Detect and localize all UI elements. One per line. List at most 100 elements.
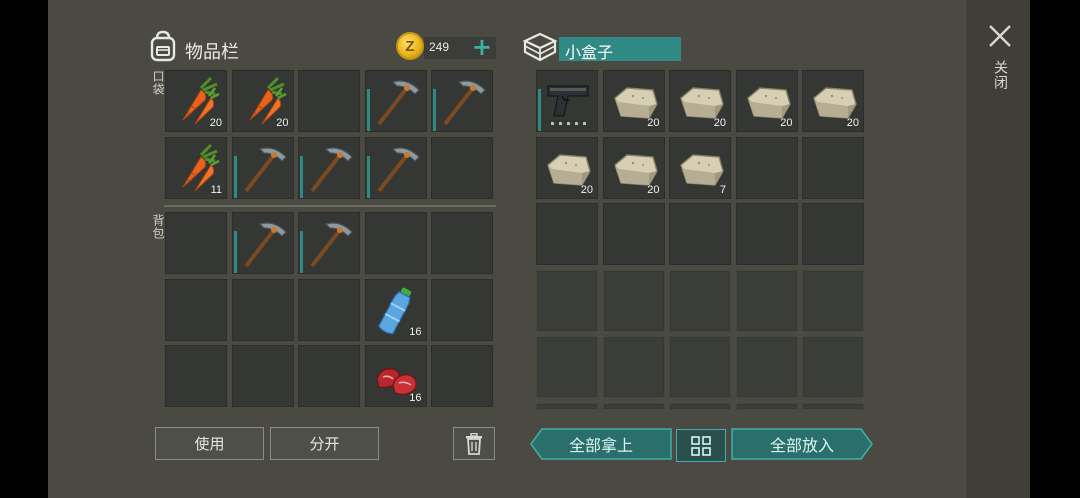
locked-container-slot: [602, 269, 665, 332]
ammo-dots: [551, 122, 591, 125]
inventory-title: 物品栏: [185, 42, 239, 63]
coin-amount: 249: [429, 40, 450, 54]
item-quantity: 7: [719, 183, 726, 196]
pocket-slot[interactable]: [431, 136, 493, 199]
container-title-bar: 小盒子: [559, 37, 681, 62]
backpack-slot[interactable]: [231, 212, 294, 274]
backpack-slot[interactable]: [231, 278, 294, 341]
locked-container-slot: [536, 402, 598, 410]
close-strip: 关闭: [966, 0, 1030, 498]
durability-bar: [538, 89, 541, 131]
put-all-button[interactable]: 全部放入: [731, 428, 873, 460]
backpack-slot[interactable]: [165, 278, 227, 341]
durability-bar: [366, 89, 370, 131]
close-icon: [989, 25, 1011, 47]
container-slot[interactable]: [669, 203, 731, 265]
locked-container-slot: [802, 269, 864, 332]
split-button[interactable]: 分开: [270, 427, 379, 460]
item-quantity: 11: [210, 183, 222, 196]
pocket-slot[interactable]: 20: [165, 70, 227, 132]
backpack-slot[interactable]: [298, 345, 360, 407]
pocket-slot[interactable]: 20: [231, 70, 294, 132]
pocket-slot[interactable]: [231, 136, 294, 199]
container-slot[interactable]: [802, 136, 864, 199]
locked-container-slot: [669, 402, 731, 410]
sort-grid-icon: [691, 435, 711, 456]
container-slot[interactable]: 20: [735, 70, 798, 132]
item-quantity: 20: [846, 117, 859, 129]
container-slot[interactable]: 20: [602, 70, 665, 132]
container-slot[interactable]: [536, 203, 598, 265]
container-slot[interactable]: 20: [669, 70, 731, 132]
take-all-button[interactable]: 全部拿上: [530, 428, 672, 460]
pocket-slot[interactable]: [364, 70, 427, 132]
put-all-label: 全部放入: [769, 436, 834, 455]
durability-bar: [300, 155, 303, 198]
backpack-slot[interactable]: [165, 345, 227, 407]
coin-symbol: Z: [405, 37, 415, 55]
backpack-slot[interactable]: [298, 278, 360, 341]
container-slot[interactable]: [536, 70, 598, 132]
pocket-slot[interactable]: [364, 136, 427, 199]
use-button[interactable]: 使用: [155, 427, 264, 460]
backpack-slot[interactable]: [231, 345, 294, 407]
backpack-slot[interactable]: [431, 345, 493, 407]
container-slot[interactable]: [735, 136, 798, 199]
container-slot[interactable]: 20: [536, 136, 598, 199]
close-button[interactable]: [988, 24, 1012, 48]
backpack-icon: [148, 30, 178, 62]
backpack-slot[interactable]: 16: [364, 345, 427, 407]
pocket-slot[interactable]: [298, 136, 360, 199]
add-coins-button[interactable]: +: [472, 34, 492, 60]
locked-container-slot: [536, 336, 598, 398]
item-quantity: 16: [409, 392, 422, 404]
backpack-slot[interactable]: [431, 278, 493, 341]
durability-bar: [366, 155, 370, 198]
locked-container-slot: [802, 336, 864, 398]
item-quantity: 20: [713, 117, 726, 129]
item-quantity: 20: [276, 117, 289, 129]
durability-bar: [233, 155, 237, 198]
pocket-slot[interactable]: [431, 70, 493, 132]
item-quantity: 16: [409, 325, 422, 338]
locked-container-slot: [602, 336, 665, 398]
item-quantity: 20: [780, 117, 793, 129]
item-quantity: 20: [647, 117, 660, 129]
item-quantity: 20: [209, 117, 222, 129]
section-divider: [164, 205, 496, 207]
trash-button[interactable]: [453, 427, 495, 460]
locked-container-slot: [735, 336, 798, 398]
locked-container-slot: [669, 269, 731, 332]
sort-button[interactable]: [676, 429, 726, 462]
pocket-slot[interactable]: [298, 70, 360, 132]
locked-container-slot: [602, 402, 665, 410]
screen: 物品栏 Z 249 + 口袋 背包 20 20 11 16 16 使用 分开 小…: [0, 0, 1080, 498]
container-slot[interactable]: 20: [602, 136, 665, 199]
container-slot[interactable]: 20: [802, 70, 864, 132]
inventory-panel: 物品栏 Z 249 + 口袋 背包 20 20 11 16 16 使用 分开 小…: [48, 0, 1030, 498]
trash-icon: [466, 432, 482, 455]
backpack-slot[interactable]: [165, 212, 227, 274]
item-quantity: 20: [580, 183, 593, 196]
container-title: 小盒子: [565, 43, 614, 62]
close-label: 关闭: [992, 60, 1008, 90]
item-quantity: 20: [647, 183, 660, 196]
box-icon: [522, 31, 558, 63]
container-slot[interactable]: [602, 203, 665, 265]
locked-container-slot: [669, 336, 731, 398]
backpack-slot[interactable]: [298, 212, 360, 274]
container-slot[interactable]: [802, 203, 864, 265]
durability-bar: [300, 231, 303, 273]
pocket-slot[interactable]: 11: [165, 136, 227, 199]
durability-bar: [233, 231, 237, 273]
locked-container-slot: [735, 269, 798, 332]
locked-container-slot: [735, 402, 798, 410]
coin-icon: Z: [396, 32, 424, 60]
locked-container-slot: [536, 269, 598, 332]
backpack-slot[interactable]: [431, 212, 493, 274]
backpack-slot[interactable]: 16: [364, 278, 427, 341]
backpack-slot[interactable]: [364, 212, 427, 274]
container-slot[interactable]: [735, 203, 798, 265]
locked-container-slot: [802, 402, 864, 410]
container-slot[interactable]: 7: [669, 136, 731, 199]
